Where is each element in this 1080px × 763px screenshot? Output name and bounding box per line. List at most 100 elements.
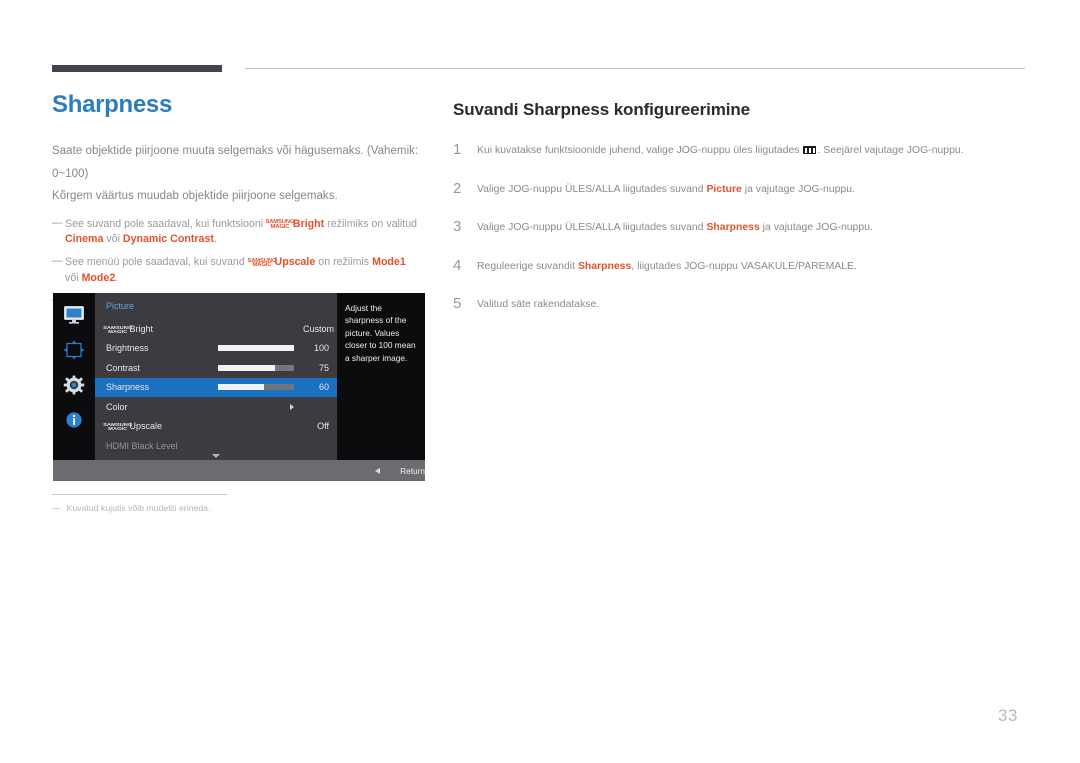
section-title: Suvandi Sharpness konfigureerimine xyxy=(453,100,751,119)
note-text-post: . xyxy=(115,271,119,284)
samsung-magic-logo: SAMSUNG MAGIC xyxy=(247,258,276,269)
note-dash: — xyxy=(52,216,63,229)
page-number: 33 xyxy=(998,706,1018,725)
osd-row-value: Off xyxy=(317,421,329,432)
osd-help-panel: Adjust the sharpness of the picture. Val… xyxy=(337,293,425,460)
slider-fill xyxy=(218,345,294,352)
osd-row-value: 75 xyxy=(318,362,329,373)
magic-line-2: MAGIC xyxy=(252,262,272,269)
osd-row-value: 100 xyxy=(313,343,329,354)
note-text-pre: See suvand pole saadaval, kui funktsioon… xyxy=(65,217,267,230)
step-number: 2 xyxy=(453,179,462,197)
osd-row-control xyxy=(140,364,303,371)
note-text-between: või xyxy=(103,233,123,246)
footnote-divider xyxy=(52,494,227,495)
step-text-post: ja vajutage JOG-nuppu. xyxy=(741,183,855,195)
step-text: Kui kuvatakse funktsioonide juhend, vali… xyxy=(477,144,964,159)
chevron-right-icon xyxy=(290,403,294,410)
osd-row-hdmi-black-level[interactable]: HDMI Black Level xyxy=(95,436,337,456)
intro-line-1: Saate objektide piirjoone muuta selgemak… xyxy=(52,145,419,180)
note-item: — See suvand pole saadaval, kui funktsioo… xyxy=(52,217,422,248)
note-text-post: . xyxy=(213,233,217,246)
step-item: 3 Valige JOG-nuppu ÜLES/ALLA liigutades … xyxy=(453,219,1028,236)
osd-body: Picture SAMSUNG MAGIC Bright Custom Bright… xyxy=(53,293,425,460)
osd-row-label: SAMSUNG MAGIC Bright xyxy=(103,323,153,334)
osd-row-control xyxy=(149,384,303,391)
step-item: 5 Valitud säte rakendatakse. xyxy=(453,295,1028,313)
page-header-rules xyxy=(0,0,1080,80)
osd-row-color[interactable]: Color xyxy=(95,397,337,417)
step-text-post: . Seejärel vajutage JOG-nuppu. xyxy=(817,145,964,156)
brightness-slider[interactable] xyxy=(218,345,294,352)
step-text-post: ja vajutage JOG-nuppu. xyxy=(759,222,873,234)
intro-line-2: Kõrgem väärtus muudab objektide piirjoon… xyxy=(52,190,338,203)
step-text-pre: Valitud säte rakendatakse. xyxy=(477,299,600,311)
osd-footer-bar: Return xyxy=(53,460,425,481)
note-bold-1: Mode1 xyxy=(372,256,406,269)
magic-line-2: MAGIC xyxy=(270,223,290,230)
step-text-pre: Reguleerige suvandit xyxy=(477,260,578,272)
step-text-bold: Sharpness xyxy=(577,260,632,272)
left-column: Sharpness Saate objektide piirjoone muut… xyxy=(52,91,422,317)
osd-category-rail xyxy=(53,293,95,460)
step-item: 4 Reguleerige suvandit Sharpness, liigut… xyxy=(453,256,1028,275)
osd-row-brightness[interactable]: Brightness 100 xyxy=(95,339,337,359)
step-text: Valige JOG-nuppu ÜLES/ALLA liigutades su… xyxy=(477,183,855,198)
osd-row-control xyxy=(128,403,303,410)
osd-menu-title: Picture xyxy=(106,301,135,311)
osd-row-contrast[interactable]: Contrast 75 xyxy=(95,358,337,378)
osd-row-label: Contrast xyxy=(106,362,141,373)
osd-row-label: Brightness xyxy=(106,343,149,354)
slider-fill xyxy=(218,364,275,371)
osd-row-label-text: Bright xyxy=(129,323,153,334)
osd-row-value: Custom xyxy=(303,323,335,334)
osd-menu-panel: Picture SAMSUNG MAGIC Bright Custom Bright… xyxy=(95,293,337,460)
samsung-magic-logo: SAMSUNG MAGIC xyxy=(266,220,295,230)
gear-icon[interactable] xyxy=(63,375,85,395)
osd-row-value: 60 xyxy=(318,382,329,393)
footnote-text: Kuvatud kujutis võib mudeliti erineda. xyxy=(66,503,211,513)
step-text-pre: Valige JOG-nuppu ÜLES/ALLA liigutades su… xyxy=(477,183,707,195)
note-bold-1: Cinema xyxy=(65,233,104,246)
osd-return-label[interactable]: Return xyxy=(400,466,425,476)
header-accent-bar xyxy=(52,65,222,72)
samsung-magic-logo: SAMSUNG MAGIC xyxy=(103,325,132,334)
step-text-pre: Kui kuvatakse funktsioonide juhend, vali… xyxy=(477,145,803,156)
osd-row-label: Color xyxy=(106,401,128,412)
magic-line-2: MAGIC xyxy=(108,426,128,432)
step-text-post: , liigutades JOG-nuppu VASAKULE/PAREMALE… xyxy=(631,260,857,272)
right-column: Suvandi Sharpness konfigureerimine 1 Kui… xyxy=(453,100,1028,337)
osd-row-sharpness[interactable]: Sharpness 60 xyxy=(95,377,337,397)
info-icon[interactable] xyxy=(63,410,85,430)
monitor-icon[interactable] xyxy=(63,305,85,325)
note-magic-word: Upscale xyxy=(274,256,316,269)
osd-row-magicupscale[interactable]: SAMSUNG MAGIC Upscale Off xyxy=(95,417,337,437)
step-text: Valige JOG-nuppu ÜLES/ALLA liigutades su… xyxy=(477,221,873,236)
step-number: 4 xyxy=(453,256,462,274)
note-dash: — xyxy=(52,255,63,268)
header-divider-line xyxy=(245,68,1025,69)
step-item: 1 Kui kuvatakse funktsioonide juhend, va… xyxy=(453,142,1028,159)
note-text-mid: režiimiks on valitud xyxy=(324,217,418,230)
step-text-bold: Picture xyxy=(706,183,742,195)
note-text-between: või xyxy=(65,271,82,284)
contrast-slider[interactable] xyxy=(218,364,294,371)
step-text-bold: Sharpness xyxy=(706,222,760,234)
slider-fill xyxy=(218,384,264,391)
step-item: 2 Valige JOG-nuppu ÜLES/ALLA liigutades … xyxy=(453,179,1028,198)
left-arrow-icon[interactable] xyxy=(375,467,381,474)
note-text-mid: on režiimis xyxy=(315,256,373,269)
osd-screenshot: Picture SAMSUNG MAGIC Bright Custom Bright… xyxy=(53,293,425,481)
resize-arrows-icon[interactable] xyxy=(63,340,85,360)
sharpness-slider[interactable] xyxy=(218,384,294,391)
step-text-pre: Valige JOG-nuppu ÜLES/ALLA liigutades su… xyxy=(477,222,707,234)
chevron-down-icon[interactable] xyxy=(212,454,220,458)
osd-row-label: SAMSUNG MAGIC Upscale xyxy=(103,421,162,432)
magic-line-2: MAGIC xyxy=(108,328,128,334)
menu-icon xyxy=(803,146,817,154)
step-number: 5 xyxy=(453,295,462,313)
step-text: Valitud säte rakendatakse. xyxy=(477,298,599,313)
osd-row-magicbright[interactable]: SAMSUNG MAGIC Bright Custom xyxy=(95,319,337,339)
note-text-pre: See menüü pole saadaval, kui suvand xyxy=(65,256,248,269)
step-text: Reguleerige suvandit Sharpness, liigutad… xyxy=(477,260,857,275)
